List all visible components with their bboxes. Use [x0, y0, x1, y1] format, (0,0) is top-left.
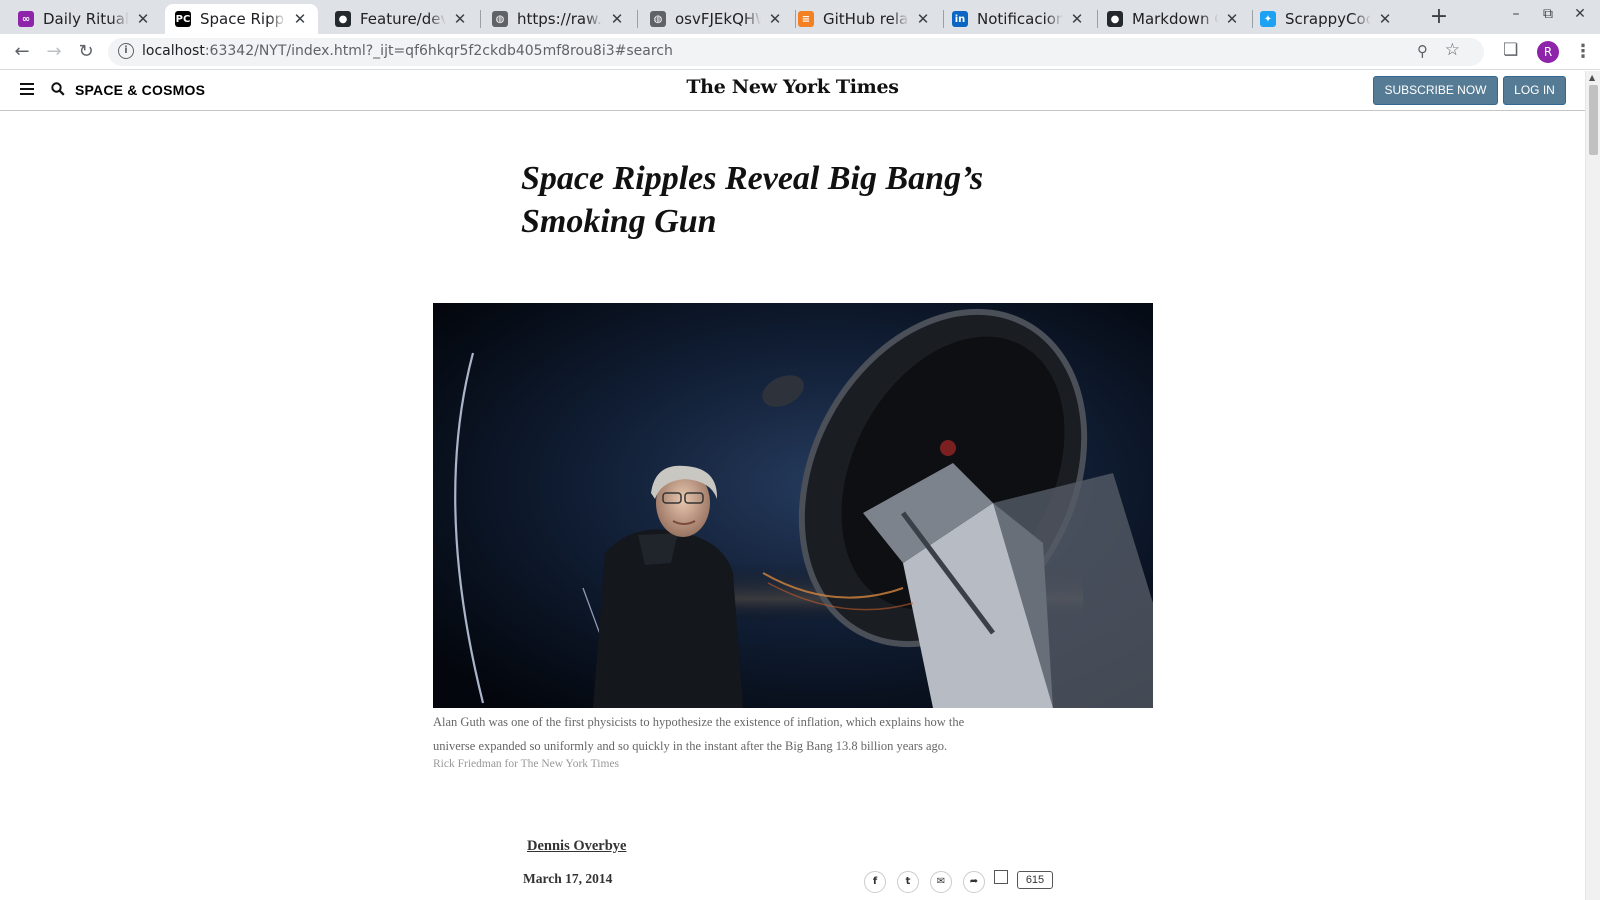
photo-caption: Alan Guth was one of the first physicist…	[433, 715, 965, 753]
address-bar[interactable]: i localhost:63342/NYT/index.html?_ijt=qf…	[108, 38, 1484, 66]
scrollbar-thumb[interactable]	[1589, 85, 1598, 155]
subscribe-button[interactable]: SUBSCRIBE NOW	[1373, 76, 1498, 105]
reload-icon[interactable]: ↻	[74, 40, 98, 64]
habit-app-icon: ∞	[18, 11, 34, 27]
browser-tab[interactable]: in Notificaciones ✕	[942, 4, 1095, 34]
globe-icon: ◍	[650, 11, 666, 27]
page-scrollbar[interactable]: ▲	[1585, 71, 1600, 900]
tab-title: Space Ripples Reveal Big Bang's Smoking …	[200, 10, 286, 28]
tab-title: Feature/develop	[360, 10, 446, 28]
url-path: :63342/NYT/index.html?_ijt=qf6hkqr5f2ckd…	[204, 43, 673, 59]
zoom-icon[interactable]: ⚲	[1417, 42, 1428, 60]
tab-title: GitHub relative	[823, 10, 909, 28]
article-headline: Space Ripples Reveal Big Bang’s Smoking …	[521, 160, 984, 240]
close-tab-icon[interactable]: ✕	[1224, 10, 1240, 28]
back-icon[interactable]: ←	[10, 40, 34, 64]
close-tab-icon[interactable]: ✕	[915, 10, 931, 28]
close-tab-icon[interactable]: ✕	[1377, 10, 1393, 28]
browser-tab[interactable]: ✦ ScrappyCoco ✕	[1250, 4, 1403, 34]
nyt-logo[interactable]: The New York Times	[0, 76, 1585, 98]
minimize-icon[interactable]: –	[1504, 6, 1528, 22]
browser-tab[interactable]: ∞ Daily Rituals ✕	[8, 4, 161, 34]
forward-icon[interactable]: →	[42, 40, 66, 64]
browser-tab[interactable]: ◍ https://raw.githubusercontent.com ✕	[482, 4, 635, 34]
save-article-checkbox[interactable]	[994, 870, 1008, 884]
browser-toolbar: ← → ↻ i localhost:63342/NYT/index.html?_…	[0, 34, 1600, 70]
tab-title: Daily Rituals	[43, 10, 129, 28]
site-info-icon[interactable]: i	[118, 43, 134, 59]
tab-title: ScrappyCoco	[1285, 10, 1371, 28]
twitter-icon: ✦	[1260, 11, 1276, 27]
bookmark-star-icon[interactable]: ☆	[1445, 40, 1460, 60]
share-arrow-icon[interactable]: ➦	[963, 871, 985, 893]
photo-credit: Rick Friedman for The New York Times	[433, 758, 620, 770]
facebook-share-icon[interactable]: f	[864, 871, 886, 893]
browser-tab-strip: ∞ Daily Rituals ✕ PC Space Ripples Reveal Bi…	[0, 0, 1600, 34]
tab-title: https://raw.githubusercontent.com	[517, 10, 603, 28]
email-share-icon[interactable]: ✉	[930, 871, 952, 893]
browser-tab[interactable]: PC Space Ripples Reveal Big Bang's Smokin…	[165, 4, 318, 34]
close-tab-icon[interactable]: ✕	[767, 10, 783, 28]
twitter-share-icon[interactable]: t	[897, 871, 919, 893]
browser-tab[interactable]: ● Feature/develop ✕	[325, 4, 478, 34]
pycharm-icon: PC	[175, 11, 191, 27]
linkedin-icon: in	[952, 11, 968, 27]
close-tab-icon[interactable]: ✕	[135, 10, 151, 28]
github-icon: ●	[1107, 11, 1123, 27]
telescope-portrait-image	[433, 303, 1153, 708]
author-link[interactable]: Dennis Overbye	[527, 838, 626, 855]
login-button[interactable]: LOG IN	[1503, 76, 1566, 105]
publish-date: March 17, 2014	[523, 871, 613, 886]
url-host: localhost	[142, 43, 205, 59]
article-photo	[433, 303, 1153, 708]
url-text[interactable]: localhost:63342/NYT/index.html?_ijt=qf6h…	[142, 43, 673, 59]
close-window-icon[interactable]: ✕	[1568, 6, 1592, 22]
tab-title: Notificaciones	[977, 10, 1063, 28]
new-tab-button[interactable]: +	[1427, 6, 1451, 30]
profile-avatar[interactable]: R	[1537, 41, 1559, 63]
tab-title: Markdown Cheatsheet	[1132, 10, 1218, 28]
extensions-puzzle-icon[interactable]: ❏	[1503, 40, 1518, 60]
github-error-icon: ●	[335, 11, 351, 27]
tab-title: osvFJEkQHW	[675, 10, 761, 28]
close-tab-icon[interactable]: ✕	[609, 10, 625, 28]
scroll-up-arrow-icon[interactable]: ▲	[1589, 73, 1595, 82]
nyt-header: SPACE & COSMOS The New York Times SUBSCR…	[0, 71, 1585, 111]
page-viewport: SPACE & COSMOS The New York Times SUBSCR…	[0, 71, 1585, 900]
comment-count-button[interactable]: 615	[1017, 871, 1053, 889]
browser-menu-icon[interactable]: ⋮	[1574, 41, 1592, 62]
tab-separator	[637, 10, 638, 28]
restore-icon[interactable]: ⧉	[1536, 6, 1560, 22]
close-tab-icon[interactable]: ✕	[1069, 10, 1085, 28]
close-tab-icon[interactable]: ✕	[292, 10, 308, 28]
close-tab-icon[interactable]: ✕	[452, 10, 468, 28]
browser-tab[interactable]: ● Markdown Cheatsheet ✕	[1097, 4, 1250, 34]
browser-tab[interactable]: ≡ GitHub relative ✕	[788, 4, 941, 34]
stackoverflow-icon: ≡	[798, 11, 814, 27]
browser-tab[interactable]: ◍ osvFJEkQHW ✕	[640, 4, 793, 34]
tab-separator	[480, 10, 481, 28]
globe-icon: ◍	[492, 11, 508, 27]
